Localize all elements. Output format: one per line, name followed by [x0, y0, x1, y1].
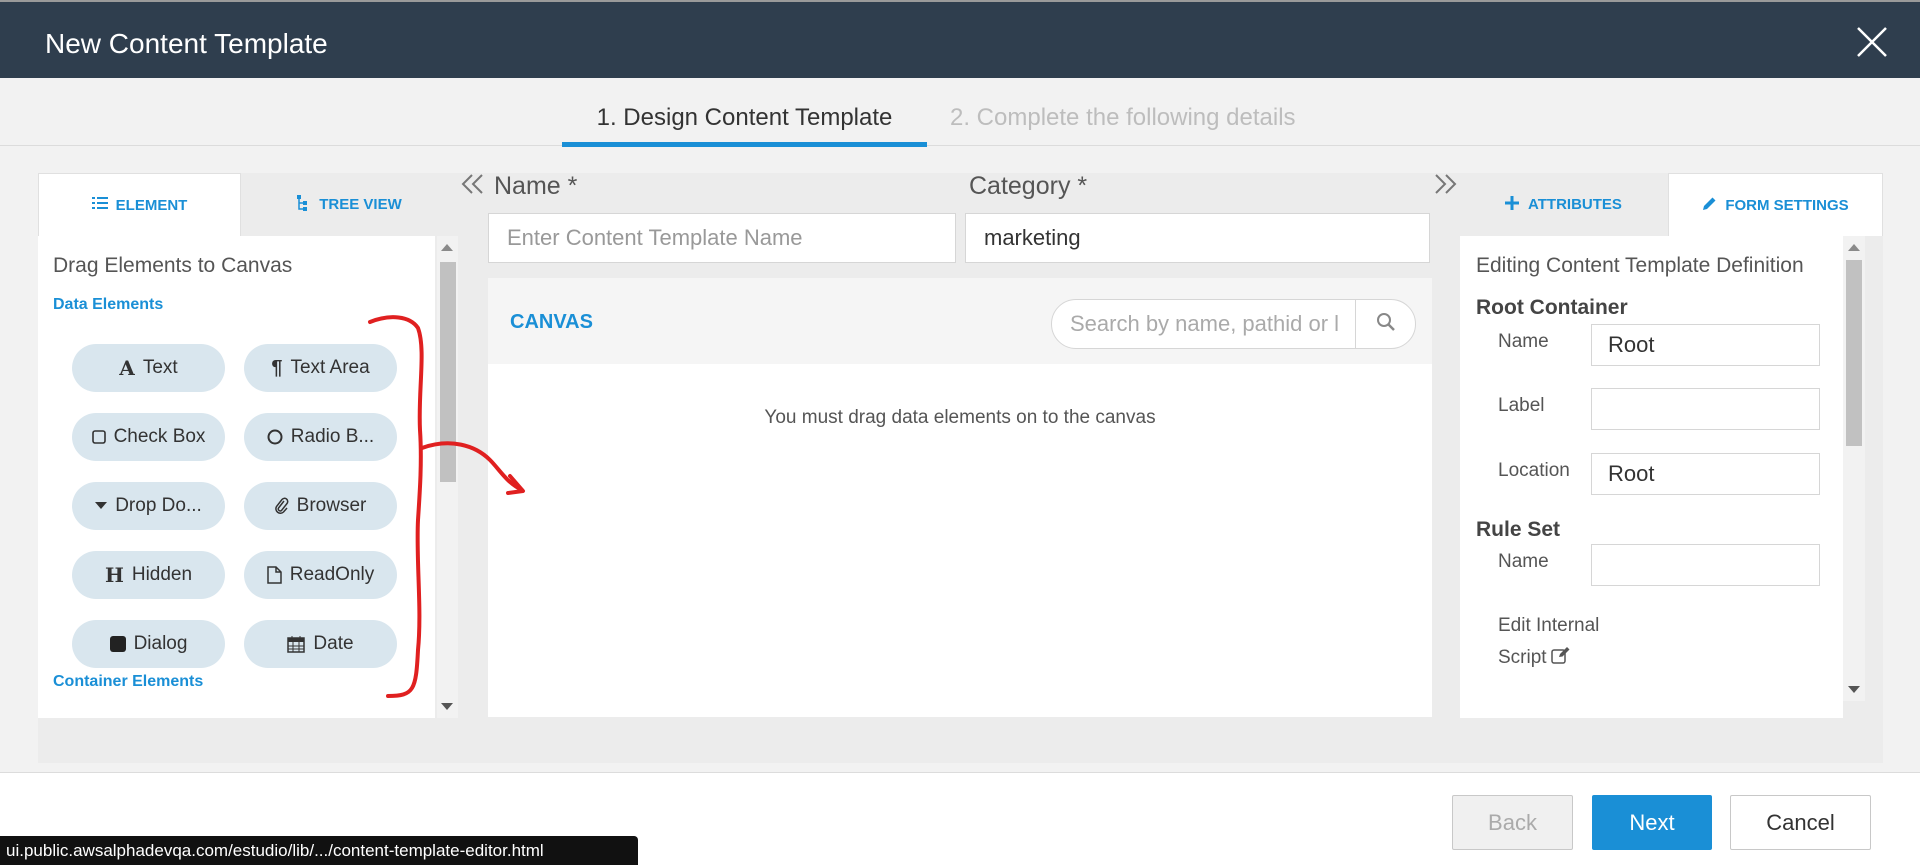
element-radio-button[interactable]: Radio B...	[244, 413, 397, 461]
element-label: Radio B...	[290, 426, 375, 447]
steps-bar: 1. Design Content Template 2. Complete t…	[0, 78, 1920, 147]
root-location-input[interactable]: Root	[1591, 453, 1820, 495]
text-icon: A	[119, 356, 135, 380]
rule-set-title: Rule Set	[1476, 518, 1561, 541]
tab-tree-view[interactable]: TREE VIEW	[241, 173, 458, 236]
square-icon	[109, 636, 126, 652]
element-dialog[interactable]: Dialog	[72, 620, 225, 668]
name-label: Name *	[494, 172, 578, 200]
rule-set-name-label: Name	[1498, 551, 1549, 572]
scroll-thumb[interactable]	[440, 262, 456, 482]
step-details[interactable]: 2. Complete the following details	[950, 104, 1296, 132]
collapse-right-icon[interactable]	[1432, 170, 1458, 202]
scroll-down-icon[interactable]	[441, 703, 453, 710]
form-settings-panel: Editing Content Template Definition Root…	[1460, 236, 1843, 718]
canvas-header: CANVAS	[488, 278, 1432, 364]
element-check-box[interactable]: Check Box	[72, 413, 225, 461]
root-location-label: Location	[1498, 460, 1570, 481]
element-panel-tabs: ELEMENT TREE VIEW	[38, 173, 458, 236]
pencil-icon	[1702, 196, 1717, 215]
element-label: Check Box	[113, 426, 206, 447]
caret-down-icon	[95, 502, 108, 510]
canvas-title: CANVAS	[510, 311, 593, 333]
scroll-up-icon[interactable]	[1848, 244, 1860, 251]
close-icon[interactable]	[1856, 26, 1888, 58]
edit-internal-script-link[interactable]: Script	[1498, 646, 1571, 670]
element-label: Drop Do...	[115, 495, 202, 516]
element-label: Text	[142, 357, 178, 378]
list-icon	[91, 196, 108, 214]
scroll-up-icon[interactable]	[441, 244, 453, 251]
tree-icon	[297, 194, 311, 215]
tab-element-label: ELEMENT	[115, 196, 188, 214]
category-input[interactable]: marketing	[965, 213, 1430, 263]
element-text-area[interactable]: ¶ Text Area	[244, 344, 397, 392]
element-readonly[interactable]: ReadOnly	[244, 551, 397, 599]
root-name-input[interactable]: Root	[1591, 324, 1820, 366]
paperclip-icon	[274, 497, 289, 515]
calendar-icon	[287, 635, 306, 653]
edit-icon[interactable]	[1550, 646, 1571, 670]
scroll-thumb[interactable]	[1846, 260, 1862, 446]
edit-script-label-line1: Edit Internal	[1498, 615, 1600, 636]
category-label: Category *	[969, 172, 1088, 200]
dialog-title: New Content Template	[45, 28, 328, 59]
next-button[interactable]: Next	[1592, 795, 1712, 850]
browser-status-url: ui.public.awsalphadevqa.com/estudio/lib/…	[0, 836, 638, 865]
element-label: Browser	[296, 495, 367, 516]
element-browser[interactable]: Browser	[244, 482, 397, 530]
element-drop-down[interactable]: Drop Do...	[72, 482, 225, 530]
dialog-header: New Content Template	[0, 0, 1920, 78]
hidden-icon: H	[104, 563, 124, 587]
collapse-left-icon[interactable]	[460, 170, 486, 202]
root-label-label: Label	[1498, 395, 1545, 416]
search-icon	[1376, 312, 1396, 337]
scroll-down-icon[interactable]	[1848, 686, 1860, 693]
element-label: Dialog	[133, 633, 188, 654]
element-text[interactable]: A Text	[72, 344, 225, 392]
canvas-search	[1051, 299, 1416, 349]
element-list-scrollbar[interactable]	[437, 236, 458, 718]
back-button[interactable]: Back	[1452, 795, 1573, 850]
element-list: Drag Elements to Canvas Data Elements A …	[38, 236, 435, 718]
canvas-drop-area[interactable]: You must drag data elements on to the ca…	[488, 364, 1432, 717]
search-button[interactable]	[1355, 300, 1415, 348]
element-label: Text Area	[290, 357, 370, 378]
plus-icon	[1504, 195, 1520, 215]
tab-element[interactable]: ELEMENT	[38, 173, 241, 236]
element-label: ReadOnly	[289, 564, 375, 585]
canvas-empty-message: You must drag data elements on to the ca…	[764, 407, 1156, 428]
root-name-label: Name	[1498, 331, 1549, 352]
tab-form-settings[interactable]: FORM SETTINGS	[1668, 173, 1883, 236]
tab-attributes[interactable]: ATTRIBUTES	[1458, 173, 1668, 236]
element-hidden[interactable]: H Hidden	[72, 551, 225, 599]
element-panel: ELEMENT TREE VIEW Drag Elements to Canva…	[38, 173, 458, 718]
cancel-button[interactable]: Cancel	[1730, 795, 1871, 850]
step-design[interactable]: 1. Design Content Template	[562, 104, 927, 147]
form-settings-scrollbar[interactable]	[1843, 236, 1865, 701]
checkbox-icon	[91, 430, 106, 444]
tab-form-settings-label: FORM SETTINGS	[1725, 196, 1849, 214]
canvas-search-input[interactable]	[1052, 300, 1357, 348]
tab-attributes-label: ATTRIBUTES	[1528, 196, 1622, 213]
element-date[interactable]: Date	[244, 620, 397, 668]
rule-set-name-input[interactable]	[1591, 544, 1820, 586]
template-name-input[interactable]	[488, 213, 956, 263]
paragraph-icon: ¶	[271, 356, 283, 379]
properties-panel-tabs: ATTRIBUTES FORM SETTINGS	[1458, 173, 1883, 236]
edit-script-label-line2: Script	[1498, 647, 1547, 668]
file-icon	[267, 566, 282, 584]
container-elements-header[interactable]: Container Elements	[53, 673, 203, 691]
radio-icon	[267, 429, 283, 445]
drag-hint: Drag Elements to Canvas	[53, 254, 293, 277]
element-label: Date	[313, 633, 354, 654]
form-settings-heading: Editing Content Template Definition	[1476, 254, 1804, 277]
root-container-title: Root Container	[1476, 296, 1628, 319]
tab-tree-view-label: TREE VIEW	[319, 196, 402, 213]
data-elements-header[interactable]: Data Elements	[53, 296, 163, 314]
root-label-input[interactable]	[1591, 388, 1820, 430]
element-label: Hidden	[131, 564, 193, 585]
